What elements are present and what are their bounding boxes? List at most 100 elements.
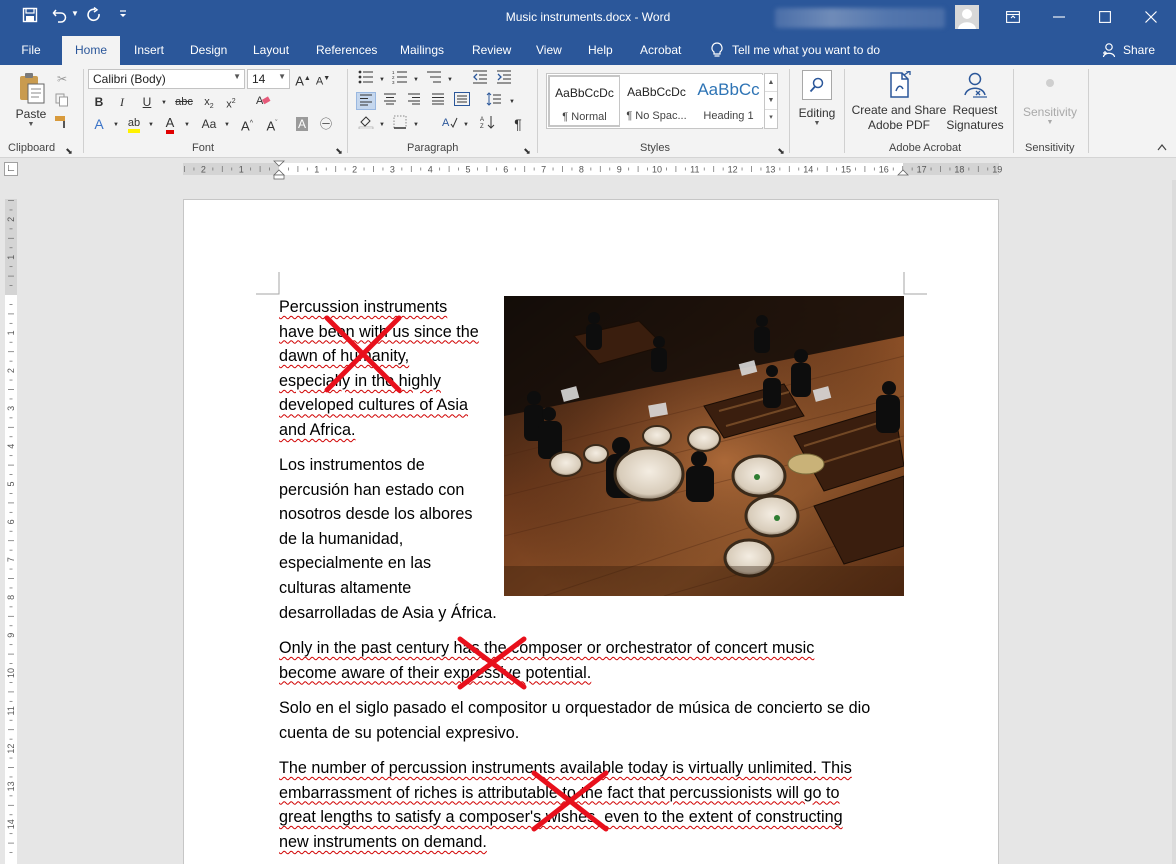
italic-icon[interactable]: I — [112, 93, 132, 111]
maximize-icon[interactable] — [1082, 0, 1128, 34]
tab-insert[interactable]: Insert — [134, 36, 164, 65]
clear-formatting-icon[interactable]: A — [253, 93, 273, 111]
subscript-icon[interactable]: x2 — [199, 93, 219, 111]
tab-mailings[interactable]: Mailings — [400, 36, 444, 65]
redo-icon[interactable] — [86, 6, 102, 29]
ruler-tick-label: 4 — [6, 444, 16, 449]
tab-review[interactable]: Review — [472, 36, 511, 65]
create-pdf-label: Create and Share — [851, 103, 947, 117]
tell-me-search[interactable]: Tell me what you want to do — [710, 42, 880, 58]
tab-references[interactable]: References — [316, 36, 377, 65]
decrease-indent-icon[interactable] — [470, 70, 490, 88]
horizontal-ruler[interactable]: ∟ 2 1 1 2 3 4 5 6 7 8 9 10 11 12 13 14 15 16 17 18 19 — [0, 158, 1176, 180]
multilevel-dropdown-icon[interactable]: ▼ — [440, 71, 460, 89]
font-size-combo[interactable]: 14 ▼ — [247, 69, 290, 89]
undo-dropdown-icon[interactable]: ▼ — [71, 9, 79, 31]
sort-icon[interactable]: AZ — [478, 115, 498, 133]
superscript-icon[interactable]: x2 — [221, 93, 241, 111]
bold-icon[interactable]: B — [89, 93, 109, 111]
share-button[interactable]: Share — [1102, 42, 1155, 58]
group-separator — [347, 69, 348, 153]
tab-acrobat[interactable]: Acrobat — [640, 36, 681, 65]
ruler-tick-label: 8 — [6, 595, 16, 600]
paragraph-2[interactable]: Los instrumentos de percusión han estado… — [279, 453, 497, 625]
font-color-dropdown-icon[interactable]: ▼ — [177, 116, 197, 134]
text-line: developed cultures of Asia — [279, 393, 479, 418]
paragraph-3[interactable]: Only in the past century has the compose… — [279, 636, 814, 685]
asian-layout-dropdown-icon[interactable]: ▼ — [456, 116, 476, 134]
style-heading-1[interactable]: AaBbCc Heading 1 — [692, 75, 765, 127]
character-shading-icon[interactable]: A — [292, 115, 312, 133]
ribbon-display-options-icon[interactable] — [990, 0, 1036, 34]
line-spacing-icon[interactable] — [484, 92, 504, 110]
distributed-icon[interactable] — [452, 92, 472, 110]
line-spacing-dropdown-icon[interactable]: ▼ — [502, 93, 522, 111]
highlight-dropdown-icon[interactable]: ▼ — [141, 116, 161, 134]
tab-design[interactable]: Design — [190, 36, 227, 65]
borders-dropdown-icon[interactable]: ▼ — [406, 116, 426, 134]
styles-scroll-up-icon[interactable]: ▲ — [765, 74, 777, 92]
ruler-tick-label: 10 — [652, 165, 662, 175]
request-signatures-button[interactable]: Request Signatures — [944, 71, 1006, 133]
customize-qat-icon[interactable] — [118, 8, 128, 30]
show-marks-icon[interactable]: ¶ — [508, 115, 528, 133]
change-case-dropdown-icon[interactable]: ▼ — [217, 116, 237, 134]
increase-indent-icon[interactable] — [494, 70, 514, 88]
percussion-ensemble-photo[interactable] — [504, 296, 904, 596]
style-no-spacing[interactable]: AaBbCcDc ¶ No Spac... — [620, 75, 693, 127]
request-label: Request — [952, 103, 998, 117]
tab-help[interactable]: Help — [588, 36, 613, 65]
editing-button[interactable]: Editing ▼ — [796, 69, 838, 135]
paste-button[interactable]: Paste ▼ — [12, 71, 50, 128]
ruler-tick-label: 14 — [803, 165, 813, 175]
styles-more-icon[interactable]: ▾ — [765, 110, 777, 128]
editing-label: Editing — [798, 106, 836, 120]
shrink-font-icon[interactable]: Aˇ — [262, 115, 282, 133]
styles-scroll-down-icon[interactable]: ▼ — [765, 92, 777, 110]
shrink-font-icon[interactable]: A▼ — [313, 70, 333, 88]
enclose-characters-icon[interactable]: ㊀ — [316, 115, 336, 133]
sensitivity-icon — [1046, 79, 1054, 87]
tab-layout[interactable]: Layout — [253, 36, 289, 65]
lightbulb-icon — [711, 42, 723, 57]
paste-dropdown-icon[interactable]: ▼ — [12, 121, 50, 128]
bullets-dropdown-icon[interactable]: ▼ — [372, 71, 392, 89]
ruler-tick-label: 6 — [6, 519, 16, 524]
text-line: especialmente en las — [279, 554, 432, 573]
grow-font-icon[interactable]: A▲ — [293, 70, 313, 88]
strikethrough-icon[interactable]: abc — [172, 93, 196, 111]
vertical-ruler[interactable]: 2 1 1 2 3 4 5 6 7 8 9 10 11 12 13 14 — [0, 180, 22, 864]
format-painter-icon[interactable] — [52, 115, 72, 133]
font-name-combo[interactable]: Calibri (Body) ▼ — [88, 69, 245, 89]
collapse-ribbon-icon[interactable] — [1152, 140, 1172, 158]
tab-home[interactable]: Home — [62, 36, 120, 65]
vertical-scrollbar[interactable] — [1172, 180, 1176, 864]
style-normal[interactable]: AaBbCcDc ¶ Normal — [548, 75, 621, 127]
group-separator — [1013, 69, 1014, 153]
tab-file[interactable]: File — [0, 36, 62, 65]
close-icon[interactable] — [1128, 0, 1174, 34]
sensitivity-button[interactable]: Sensitivity ▼ — [1018, 77, 1082, 126]
grow-font-icon[interactable]: A^ — [237, 115, 257, 133]
align-left-icon[interactable] — [356, 92, 376, 110]
paragraph-4[interactable]: Solo en el siglo pasado el compositor u … — [279, 696, 870, 745]
align-right-icon[interactable] — [404, 92, 424, 110]
account-name[interactable] — [775, 8, 945, 28]
shading-dropdown-icon[interactable]: ▼ — [372, 116, 392, 134]
save-icon[interactable] — [22, 7, 38, 29]
text-line: Only in the past century has the compose… — [279, 636, 814, 661]
ruler-tick-label: 10 — [6, 668, 16, 678]
justify-icon[interactable] — [428, 92, 448, 110]
ruler-tick-label: 3 — [390, 165, 395, 175]
align-center-icon[interactable] — [380, 92, 400, 110]
undo-icon[interactable] — [52, 7, 68, 29]
numbering-dropdown-icon[interactable]: ▼ — [406, 71, 426, 89]
copy-icon[interactable] — [52, 93, 72, 111]
cut-icon[interactable]: ✂ — [52, 70, 72, 88]
text-effects-dropdown-icon[interactable]: ▼ — [106, 116, 126, 134]
avatar[interactable] — [955, 5, 979, 29]
create-share-pdf-button[interactable]: Create and Share Adobe PDF — [850, 71, 948, 133]
tab-view[interactable]: View — [536, 36, 562, 65]
underline-dropdown-icon[interactable]: ▼ — [154, 94, 174, 112]
minimize-icon[interactable] — [1036, 0, 1082, 34]
